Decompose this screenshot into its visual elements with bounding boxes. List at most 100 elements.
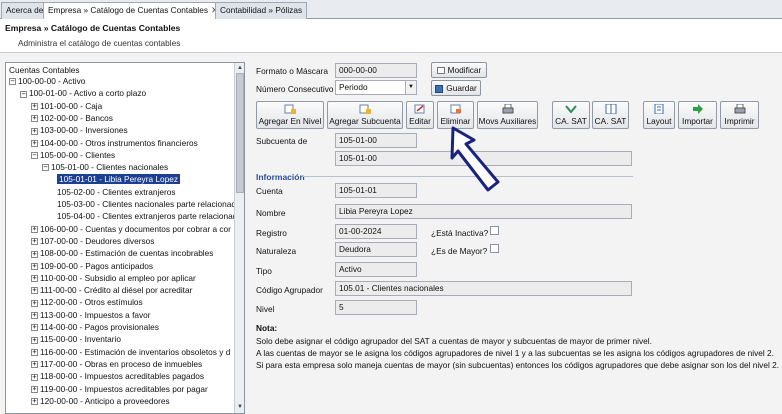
tree-node[interactable]: −100-01-00 - Activo a corto plazo [20, 88, 146, 99]
expand-icon[interactable]: + [31, 287, 38, 295]
accounts-tree[interactable]: Cuentas Contables −100-00-00 - Activo −10… [5, 62, 245, 414]
expand-icon[interactable]: + [31, 312, 38, 319]
tree-node[interactable]: +113-00-00 - Impuestos a favor [31, 310, 151, 321]
ca-sat-button-2[interactable]: CA. SAT [592, 101, 629, 129]
tree-node[interactable]: 105-04-00 - Clientes extranjeros parte r… [53, 211, 237, 222]
collapse-icon[interactable]: − [20, 90, 27, 98]
tree-node-label: 114-00-00 - Pagos provisionales [40, 322, 159, 332]
agrupador-field[interactable]: 105.01 - Clientes nacionales [335, 281, 632, 296]
tipo-label: Tipo [256, 266, 272, 276]
tree-node-label: 105-01-00 - Clientes nacionales [51, 162, 169, 173]
expand-icon[interactable]: + [31, 115, 38, 123]
expand-icon[interactable]: + [31, 127, 38, 135]
tree-node[interactable]: +120-00-00 - Anticipo a proveedores [31, 396, 170, 407]
tipo-field[interactable]: Activo [335, 262, 417, 277]
nivel-field[interactable]: 5 [335, 300, 417, 315]
expand-icon[interactable]: + [31, 250, 38, 258]
tree-node[interactable]: +104-00-00 - Otros instrumentos financie… [31, 138, 198, 149]
layout-button[interactable]: Layout [643, 101, 675, 129]
tree-node[interactable]: 105-01-01 - Libia Pereyra Lopez [53, 174, 180, 185]
nombre-label: Nombre [256, 208, 286, 218]
expand-icon[interactable]: + [31, 262, 38, 270]
edit-icon [414, 104, 425, 114]
inactiva-label: ¿Está Inactiva? [431, 228, 489, 238]
tree-node[interactable]: +115-00-00 - Inventario [31, 334, 121, 345]
tree-node[interactable]: +102-00-00 - Bancos [31, 113, 113, 124]
importar-button[interactable]: Importar [678, 101, 717, 129]
tab-strip: Acerca de Empresa » Catálogo de Cuentas … [0, 0, 782, 20]
tree-node[interactable]: +114-00-00 - Pagos provisionales [31, 322, 159, 333]
button-label: Importar [682, 116, 713, 126]
chevron-down-icon[interactable]: ▼ [405, 81, 416, 94]
collapse-icon[interactable]: − [9, 78, 16, 86]
modificar-button[interactable]: Modificar [431, 62, 487, 78]
tree-node[interactable]: 105-02-00 - Clientes extranjeros [53, 187, 176, 198]
tree-node[interactable]: −105-00-00 - Clientes [31, 150, 115, 161]
tree-node[interactable]: +111-00-00 - Crédito al diésel por acred… [31, 285, 192, 296]
scroll-thumb[interactable] [236, 73, 244, 193]
mayor-checkbox[interactable] [490, 244, 499, 253]
tab-acerca[interactable]: Acerca de [1, 2, 49, 19]
expand-icon[interactable]: + [31, 398, 38, 406]
tree-node[interactable]: +119-00-00 - Impuestos acreditables por … [31, 384, 208, 395]
expand-icon[interactable]: + [31, 373, 38, 381]
tree-node[interactable]: +108-00-00 - Estimación de cuentas incob… [31, 248, 213, 259]
expand-icon[interactable]: + [31, 102, 38, 110]
tree-node[interactable]: +101-00-00 - Caja [31, 101, 102, 112]
nota-line: A las cuentas de mayor se le asigna los … [256, 348, 774, 358]
tree-node[interactable]: −105-01-00 - Clientes nacionales [42, 162, 168, 173]
tree-node-label: 111-00-00 - Crédito al diésel por acredi… [40, 285, 193, 296]
agregar-en-nivel-button[interactable]: Agregar En Nivel [256, 101, 324, 129]
nivel-label: Nivel [256, 304, 275, 314]
expand-icon[interactable]: + [31, 225, 38, 233]
expand-icon[interactable]: + [31, 139, 38, 147]
ca-sat-button-1[interactable]: CA. SAT [552, 101, 590, 129]
tree-node[interactable]: +106-00-00 - Cuentas y documentos por co… [31, 224, 231, 235]
expand-icon[interactable]: + [31, 275, 38, 283]
page-title: Empresa » Catálogo de Cuentas Contables [5, 23, 181, 33]
cuenta-field[interactable]: 105-01-01 [335, 183, 417, 198]
tree-node[interactable]: +107-00-00 - Deudores diversos [31, 236, 154, 247]
expand-icon[interactable]: + [31, 238, 38, 246]
button-label: CA. SAT [555, 116, 587, 126]
guardar-button[interactable]: Guardar [431, 80, 481, 96]
tree-node[interactable]: +103-00-00 - Inversiones [31, 125, 128, 136]
inactiva-checkbox[interactable] [490, 226, 499, 235]
tree-node-label: 102-00-00 - Bancos [40, 112, 113, 123]
tree-node[interactable]: +110-00-00 - Subsidio al empleo por apli… [31, 273, 196, 284]
tree-node[interactable]: +112-00-00 - Otros estímulos [31, 297, 143, 308]
collapse-icon[interactable]: − [42, 164, 49, 172]
tree-node-label: 104-00-00 - Otros instrumentos financier… [40, 137, 198, 148]
tree-node[interactable]: +116-00-00 - Estimación de inventarios o… [31, 347, 230, 358]
tree-node[interactable]: −100-00-00 - Activo [9, 76, 85, 87]
expand-icon[interactable]: + [31, 299, 38, 307]
naturaleza-field[interactable]: Deudora [335, 242, 417, 257]
imprimir-button[interactable]: Imprimir [720, 101, 759, 129]
tree-node[interactable]: +117-00-00 - Obras en proceso de inmuebl… [31, 359, 202, 370]
subcuenta-field[interactable]: 105-01-00 [335, 133, 417, 148]
tab-catalogo-cuentas[interactable]: Empresa » Catálogo de Cuentas Contables✕ [43, 2, 224, 20]
expand-icon[interactable]: + [31, 385, 38, 393]
layout-icon [654, 104, 664, 114]
nombre-field[interactable]: Libia Pereyra Lopez [335, 204, 632, 219]
agregar-subcuenta-button[interactable]: Agregar Subcuenta [327, 101, 403, 129]
tab-polizas[interactable]: Contabilidad » Pólizas [215, 2, 308, 19]
scroll-down-icon[interactable]: ▼ [236, 403, 244, 412]
formato-field[interactable]: 000-00-00 [335, 63, 417, 78]
expand-icon[interactable]: + [31, 348, 38, 356]
collapse-icon[interactable]: − [31, 152, 38, 160]
nota-line: Solo debe asignar el código agrupador de… [256, 336, 652, 346]
registro-field[interactable]: 01-00-2024 [335, 224, 417, 239]
expand-icon[interactable]: + [31, 324, 38, 332]
tree-node-label: 105-01-01 - Libia Pereyra Lopez [57, 174, 180, 185]
tree-scrollbar[interactable]: ▲ ▼ [234, 63, 244, 413]
expand-icon[interactable]: + [31, 361, 38, 369]
consecutivo-select[interactable]: Periodo ▼ [335, 80, 417, 95]
consecutivo-label: Número Consecutivo [256, 84, 334, 94]
tree-node[interactable]: +109-00-00 - Pagos anticipados [31, 261, 153, 272]
expand-icon[interactable]: + [31, 336, 38, 344]
tree-node[interactable]: 105-03-00 - Clientes nacionales parte re… [53, 199, 236, 210]
tree-node[interactable]: +118-00-00 - Impuestos acreditables paga… [31, 371, 204, 382]
editar-button[interactable]: Editar [406, 101, 434, 129]
scroll-up-icon[interactable]: ▲ [236, 64, 244, 73]
